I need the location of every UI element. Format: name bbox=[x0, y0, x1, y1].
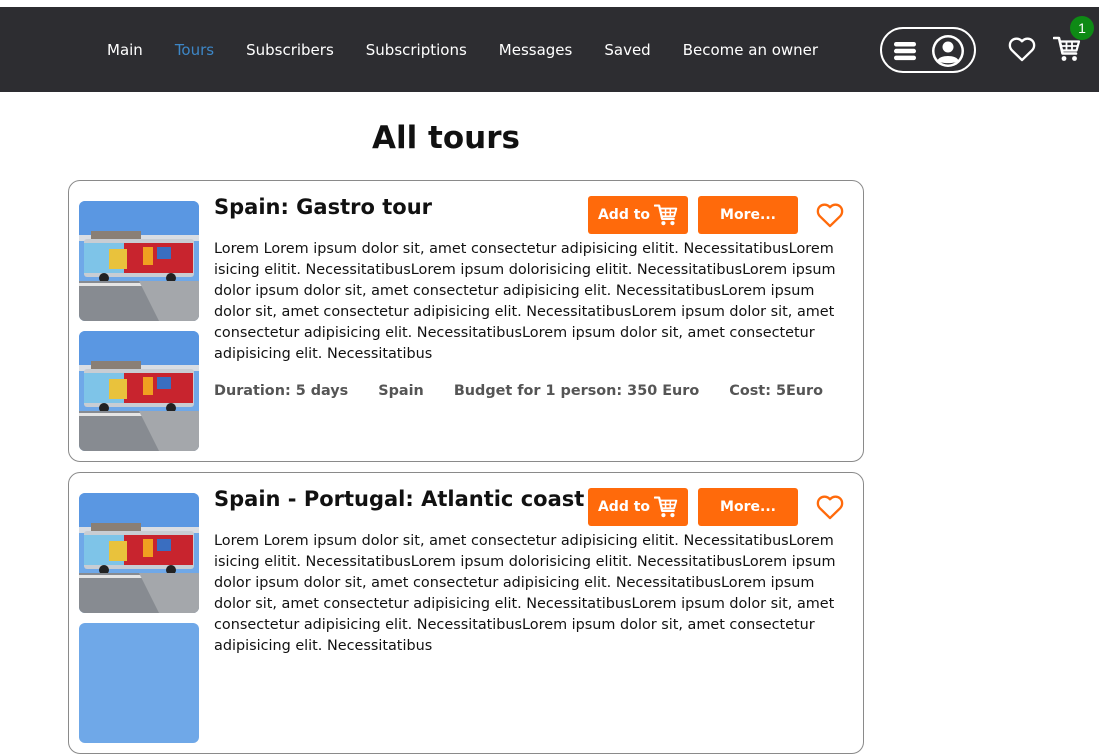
tour-description: Lorem Lorem ipsum dolor sit, amet consec… bbox=[214, 241, 836, 362]
tour-image bbox=[79, 623, 199, 743]
top-strip bbox=[0, 0, 1099, 7]
cart-count-badge: 1 bbox=[1070, 16, 1094, 40]
add-to-label: Add to bbox=[597, 499, 651, 515]
tour-image bbox=[79, 201, 199, 321]
top-navbar: Main Tours Subscribers Subscriptions Mes… bbox=[0, 7, 1099, 92]
add-to-cart-button[interactable]: Add to bbox=[588, 488, 688, 526]
cart-icon bbox=[654, 204, 678, 226]
main-nav: Main Tours Subscribers Subscriptions Mes… bbox=[107, 7, 850, 92]
cart-icon bbox=[654, 496, 678, 518]
tour-budget: Budget for 1 person: 350 Euro bbox=[453, 383, 700, 399]
favorites-heart-icon[interactable] bbox=[1008, 36, 1036, 62]
tour-image bbox=[79, 331, 199, 451]
nav-link-tours[interactable]: Tours bbox=[175, 41, 214, 59]
user-icon bbox=[932, 35, 964, 67]
tour-card: Spain - Portugal: Atlantic coast Add to … bbox=[68, 472, 864, 754]
add-to-label: Add to bbox=[597, 207, 651, 223]
favorite-heart-icon[interactable] bbox=[816, 494, 844, 520]
user-menu-button[interactable] bbox=[880, 27, 976, 73]
nav-link-main[interactable]: Main bbox=[107, 41, 143, 59]
tour-description: Lorem Lorem ipsum dolor sit, amet consec… bbox=[214, 533, 836, 654]
menu-icon bbox=[894, 42, 916, 61]
tour-image bbox=[79, 493, 199, 613]
more-button[interactable]: More... bbox=[698, 488, 798, 526]
nav-link-subscribers[interactable]: Subscribers bbox=[246, 41, 334, 59]
tour-country: Spain bbox=[378, 383, 424, 399]
nav-link-saved[interactable]: Saved bbox=[604, 41, 650, 59]
tour-meta: Duration: 5 days Spain Budget for 1 pers… bbox=[214, 383, 853, 399]
tour-title: Spain - Portugal: Atlantic coast bbox=[214, 487, 585, 511]
more-button[interactable]: More... bbox=[698, 196, 798, 234]
tour-title: Spain: Gastro tour bbox=[214, 195, 432, 219]
nav-link-become-owner[interactable]: Become an owner bbox=[683, 41, 818, 59]
tour-card: Spain: Gastro tour Add to More... Lorem … bbox=[68, 180, 864, 462]
tour-duration: Duration: 5 days bbox=[214, 383, 349, 399]
page-title: All tours bbox=[372, 120, 520, 156]
nav-link-subscriptions[interactable]: Subscriptions bbox=[366, 41, 467, 59]
favorite-heart-icon[interactable] bbox=[816, 202, 844, 228]
tour-cost: Cost: 5Euro bbox=[729, 383, 824, 399]
nav-link-messages[interactable]: Messages bbox=[499, 41, 573, 59]
add-to-cart-button[interactable]: Add to bbox=[588, 196, 688, 234]
